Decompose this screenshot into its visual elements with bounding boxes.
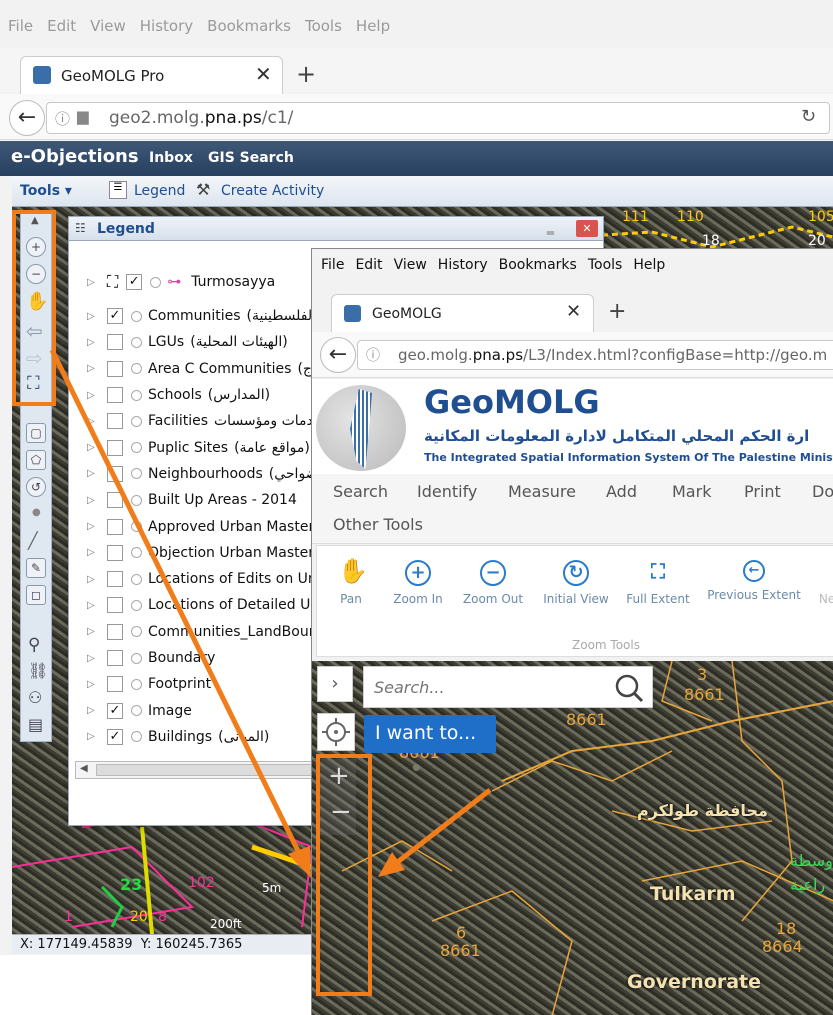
- arrowhead-2: [378, 852, 405, 877]
- arrowhead-1: [288, 846, 311, 878]
- annotation-arrows: [49, 348, 492, 878]
